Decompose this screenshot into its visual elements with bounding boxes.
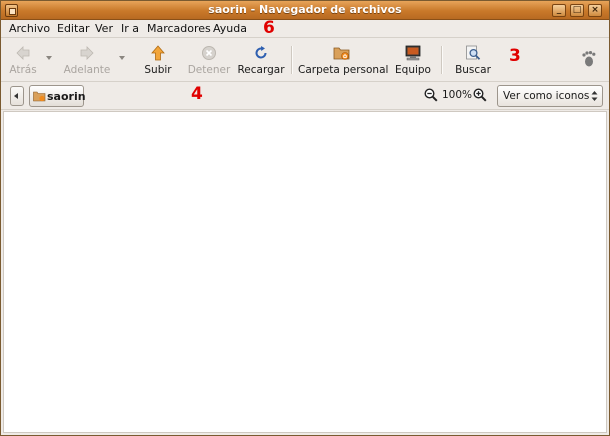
stop-icon	[202, 46, 216, 60]
back-history-chevron-icon[interactable]	[46, 56, 52, 60]
forward-label: Adelante	[63, 64, 111, 76]
forward-history-chevron-icon[interactable]	[119, 56, 125, 60]
search-icon	[466, 45, 481, 60]
zoom-out-icon[interactable]	[424, 88, 438, 102]
back-label: Atrás	[9, 64, 37, 76]
select-updown-icon	[591, 91, 598, 101]
path-scroll-left-button[interactable]	[10, 86, 24, 106]
annotation-marker-3: 3	[509, 46, 521, 66]
stop-button[interactable]: Detener	[187, 42, 231, 78]
computer-button[interactable]: Equipo	[394, 42, 432, 78]
reload-icon	[255, 46, 267, 59]
home-folder-icon	[33, 91, 46, 102]
home-folder-button[interactable]: Carpeta personal	[298, 42, 389, 78]
menu-marcadores[interactable]: Marcadores	[147, 22, 211, 35]
breadcrumb-label: saorin	[47, 90, 86, 103]
toolbar-separator	[441, 46, 442, 74]
close-button[interactable]: ×	[588, 4, 602, 17]
menu-ver[interactable]: Ver	[95, 22, 113, 35]
location-bar: saorin 4 100% Ver como iconos	[1, 82, 609, 110]
up-button[interactable]: Subir	[141, 42, 175, 78]
file-view-area[interactable]	[3, 111, 607, 433]
reload-label: Recargar	[237, 64, 285, 76]
toolbar-separator	[291, 46, 292, 74]
home-folder-icon	[333, 47, 350, 60]
forward-button[interactable]: Adelante	[61, 42, 113, 78]
annotation-marker-6: 6	[263, 18, 275, 38]
minimize-button[interactable]: _	[552, 4, 566, 17]
stop-label: Detener	[187, 64, 231, 76]
forward-arrow-icon	[80, 46, 94, 60]
menu-bar: Archivo Editar Ver Ir a Marcadores Ayuda…	[1, 18, 609, 38]
search-button[interactable]: Buscar	[451, 42, 495, 78]
zoom-level[interactable]: 100%	[442, 89, 472, 101]
home-folder-label: Carpeta personal	[298, 64, 389, 76]
menu-ayuda[interactable]: Ayuda	[213, 22, 247, 35]
menu-editar[interactable]: Editar	[57, 22, 90, 35]
menu-archivo[interactable]: Archivo	[9, 22, 50, 35]
throbber-footprint-icon	[582, 51, 596, 67]
reload-button[interactable]: Recargar	[237, 42, 285, 78]
back-button[interactable]: Atrás	[5, 42, 41, 78]
annotation-marker-4: 4	[191, 84, 203, 104]
up-arrow-icon	[151, 45, 165, 61]
view-mode-label: Ver como iconos	[503, 90, 590, 102]
maximize-button[interactable]: □	[570, 4, 584, 17]
up-label: Subir	[144, 64, 172, 76]
search-label: Buscar	[455, 64, 491, 76]
computer-icon	[405, 45, 421, 61]
menu-ir-a[interactable]: Ir a	[121, 22, 139, 35]
back-arrow-icon	[16, 46, 30, 60]
toolbar: Atrás Adelante Subir Detener Recargar Ca…	[1, 38, 609, 82]
breadcrumb-saorin[interactable]: saorin	[29, 85, 86, 107]
zoom-in-icon[interactable]	[473, 88, 487, 102]
window-title: saorin - Navegador de archivos	[208, 3, 402, 16]
view-mode-select[interactable]: Ver como iconos	[497, 85, 603, 107]
file-manager-window: saorin - Navegador de archivos _ □ × Arc…	[0, 0, 610, 436]
title-bar[interactable]: saorin - Navegador de archivos _ □ ×	[1, 1, 609, 20]
computer-label: Equipo	[395, 64, 431, 76]
